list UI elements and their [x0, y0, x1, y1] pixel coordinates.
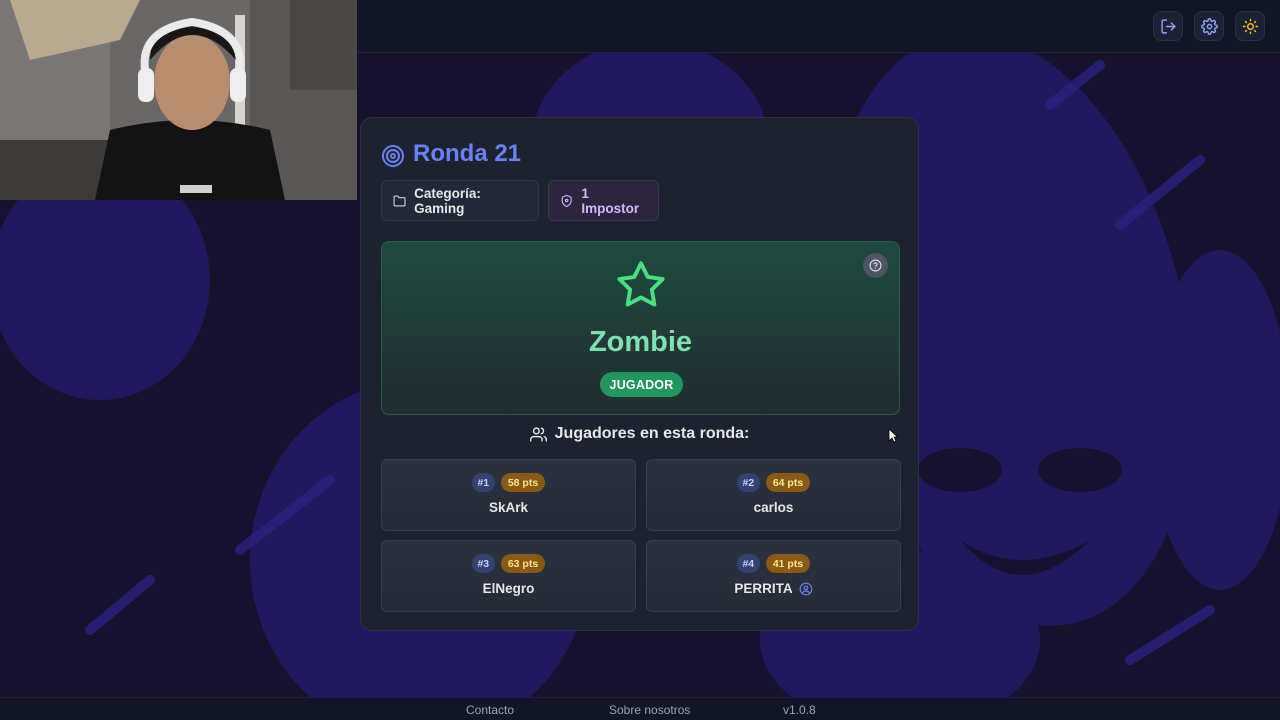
player-card: #4 41 pts PERRITA: [646, 540, 901, 612]
about-link[interactable]: Sobre nosotros: [609, 703, 690, 717]
player-rank: #4: [736, 554, 760, 573]
contact-link[interactable]: Contacto: [466, 703, 514, 717]
player-rank: #1: [471, 473, 495, 492]
player-points: 64 pts: [765, 473, 811, 492]
category-label: Categoría: Gaming: [414, 185, 481, 216]
player-rank: #3: [471, 554, 495, 573]
shield-icon: [561, 194, 572, 207]
player-card: #2 64 pts carlos: [646, 459, 901, 531]
mouse-cursor-icon: [888, 428, 898, 443]
player-rank: #2: [736, 473, 760, 492]
player-points: 58 pts: [500, 473, 546, 492]
player-name: carlos: [753, 500, 794, 515]
player-card: #3 63 pts ElNegro: [381, 540, 636, 612]
player-name: ElNegro: [482, 581, 535, 596]
user-circle-icon: [799, 582, 813, 595]
theme-toggle-button[interactable]: [1235, 11, 1265, 41]
player-points: 63 pts: [500, 554, 546, 573]
settings-button[interactable]: [1194, 11, 1224, 41]
impostor-count-chip: 1 Impostor: [548, 180, 659, 221]
target-icon: [382, 145, 404, 167]
impostor-count-label: 1 Impostor: [581, 185, 640, 216]
player-name: PERRITA: [734, 581, 793, 596]
secret-word: Zombie: [588, 326, 693, 358]
help-button[interactable]: [863, 253, 888, 278]
player-card: #1 58 pts SkArk: [381, 459, 636, 531]
round-title-text: Ronda 21: [413, 140, 522, 167]
logout-icon: [1160, 18, 1176, 34]
version-label: v1.0.8: [783, 703, 816, 717]
folder-icon: [393, 195, 406, 206]
player-name: SkArk: [488, 500, 529, 515]
round-card: Ronda 21 Categoría: Gaming 1 Impostor Zo…: [360, 117, 919, 631]
round-title: Ronda 21: [381, 140, 521, 168]
users-icon: [529, 426, 547, 442]
webcam-overlay: [0, 0, 357, 200]
question-icon: [869, 259, 882, 272]
footer: Contacto Sobre nosotros v1.0.8: [0, 697, 1280, 720]
secret-word-panel: Zombie JUGADOR: [381, 241, 900, 415]
players-heading-text: Jugadores en esta ronda:: [554, 425, 750, 442]
gear-icon: [1200, 17, 1218, 35]
star-icon: [617, 261, 665, 307]
category-chip: Categoría: Gaming: [381, 180, 539, 221]
role-badge: JUGADOR: [600, 372, 683, 397]
players-heading: Jugadores en esta ronda:: [361, 425, 918, 443]
sun-icon: [1242, 18, 1258, 34]
player-points: 41 pts: [765, 554, 811, 573]
logout-button[interactable]: [1153, 11, 1183, 41]
